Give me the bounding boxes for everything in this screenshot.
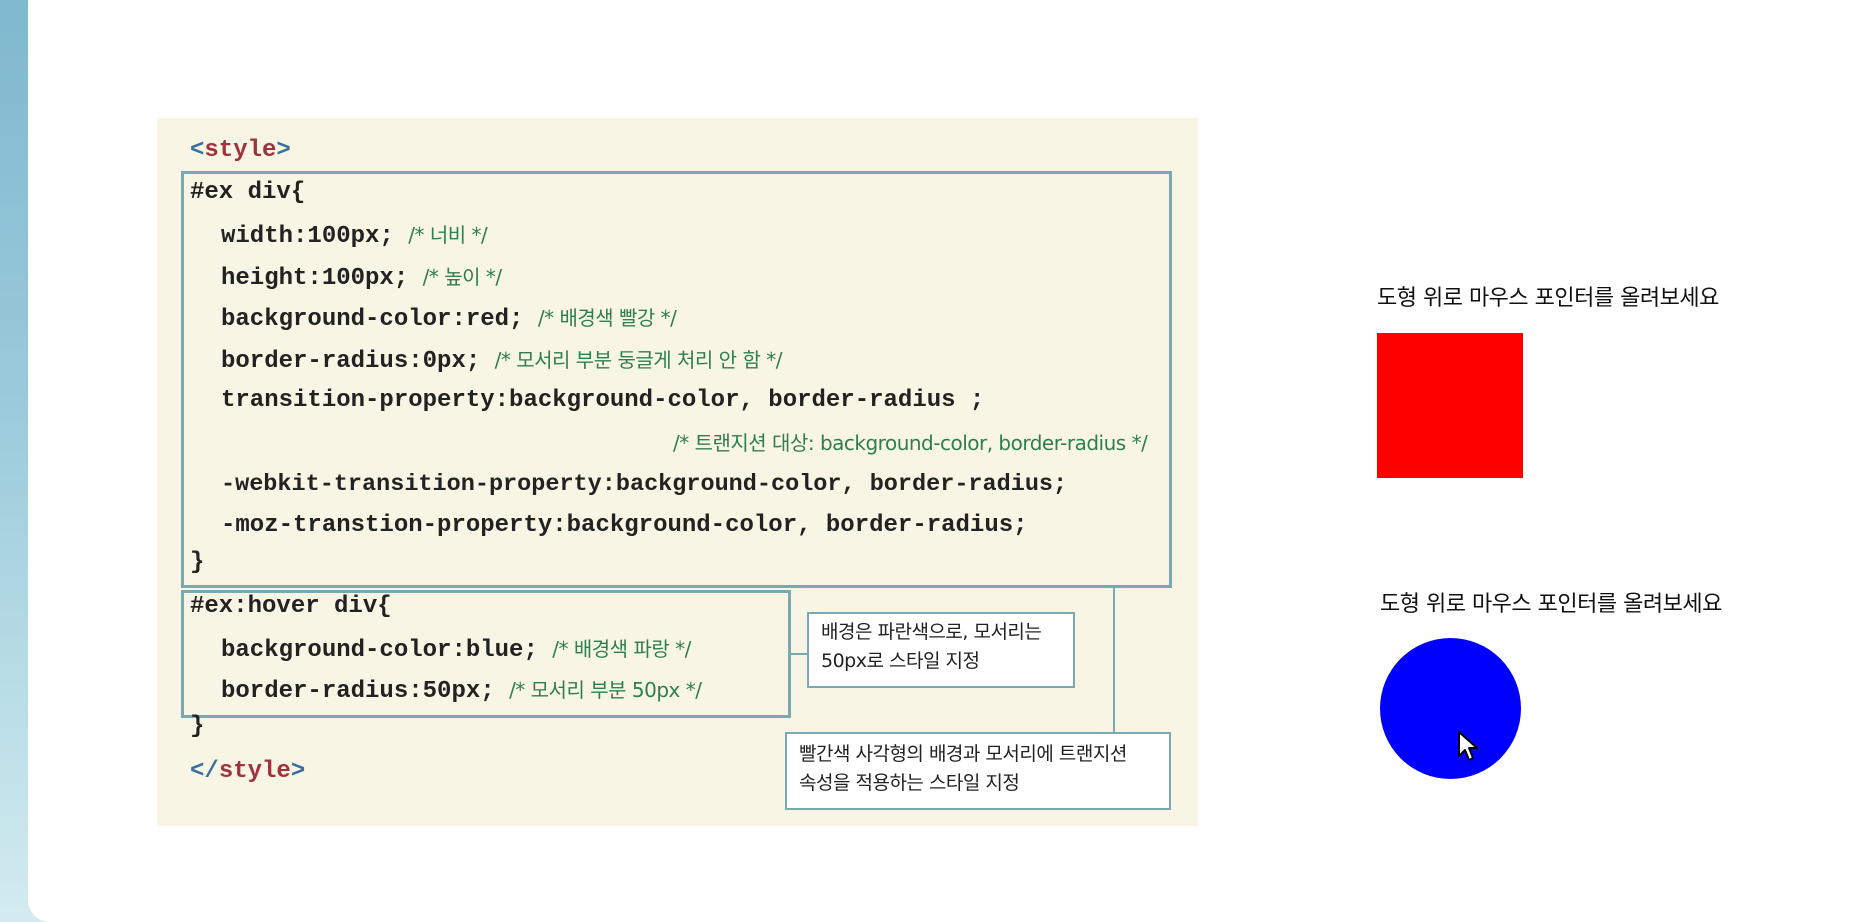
block1-moz-line: -moz-transtion-property:background-color…: [221, 512, 1028, 539]
hover-callout: 배경은 파란색으로, 모서리는 50px로 스타일 지정: [807, 612, 1075, 688]
block1-bg-line: background-color:red; /* 배경색 빨강 */: [221, 303, 677, 335]
style-open-bracket: <: [190, 137, 205, 164]
block2-radius-line: border-radius:50px; /* 모서리 부분 50px */: [221, 675, 702, 707]
demo-label-after: 도형 위로 마우스 포인터를 올려보세요: [1380, 592, 1722, 617]
transition-callout-line-1: 빨간색 사각형의 배경과 모서리에 트랜지션: [799, 743, 1127, 765]
block1-width-comment: /* 너비 */: [408, 223, 488, 247]
style-open-name: style: [204, 137, 277, 164]
transition-callout-line-2: 속성을 적용하는 스타일 지정: [799, 772, 1020, 794]
hover-callout-line-1: 배경은 파란색으로, 모서리는: [821, 621, 1042, 643]
block2-selector: #ex:hover div{: [190, 593, 392, 620]
style-open-tag: <style>: [190, 136, 291, 166]
block2-bg-line: background-color:blue; /* 배경색 파랑 */: [221, 634, 691, 666]
block1-selector: #ex div{: [190, 179, 306, 206]
block1-webkit-line: -webkit-transition-property:background-c…: [221, 471, 1068, 498]
block1-bg-comment: /* 배경색 빨강 */: [537, 306, 677, 330]
block1-height-line: height:100px; /* 높이 */: [221, 262, 502, 294]
block1-transition-line: transition-property:background-color, bo…: [221, 387, 985, 414]
block2-radius-comment: /* 모서리 부분 50px */: [509, 678, 702, 702]
style-close-tag: </style>: [190, 757, 305, 787]
style-close-name: style: [218, 758, 291, 785]
block2-close-brace: }: [190, 713, 205, 740]
blue-circle-shape[interactable]: [1380, 638, 1521, 779]
transition-callout-connector: [1113, 588, 1115, 734]
mouse-pointer-icon: [1458, 731, 1478, 761]
style-open-close-bracket: >: [276, 137, 291, 164]
block1-radius-code: border-radius:0px;: [221, 348, 481, 375]
block1-transition-comment-line: /* 트랜지션 대상: background-color, border-rad…: [673, 428, 1148, 460]
demo-label-before: 도형 위로 마우스 포인터를 올려보세요: [1377, 286, 1719, 311]
red-square-shape[interactable]: [1377, 333, 1523, 478]
hover-callout-line-2: 50px로 스타일 지정: [821, 650, 980, 672]
style-close-close-bracket: >: [290, 758, 306, 785]
block1-width-code: width:100px;: [221, 223, 394, 250]
block1-width-line: width:100px; /* 너비 */: [221, 220, 488, 252]
block1-radius-comment: /* 모서리 부분 둥글게 처리 안 함 */: [494, 348, 783, 372]
block2-bg-code: background-color:blue;: [221, 637, 538, 664]
block2-bg-comment: /* 배경색 파랑 */: [552, 637, 691, 661]
style-close-bracket: </: [190, 758, 219, 785]
block1-height-code: height:100px;: [221, 265, 409, 292]
block1-bg-code: background-color:red;: [221, 306, 524, 333]
block1-radius-line: border-radius:0px; /* 모서리 부분 둥글게 처리 안 함 …: [221, 345, 782, 377]
transition-callout: 빨간색 사각형의 배경과 모서리에 트랜지션 속성을 적용하는 스타일 지정: [785, 732, 1171, 810]
block1-close-brace: }: [190, 549, 205, 576]
block1-height-comment: /* 높이 */: [422, 265, 503, 289]
block2-radius-code: border-radius:50px;: [221, 678, 495, 705]
block1-transition-comment: /* 트랜지션 대상: background-color, border-rad…: [673, 431, 1148, 455]
